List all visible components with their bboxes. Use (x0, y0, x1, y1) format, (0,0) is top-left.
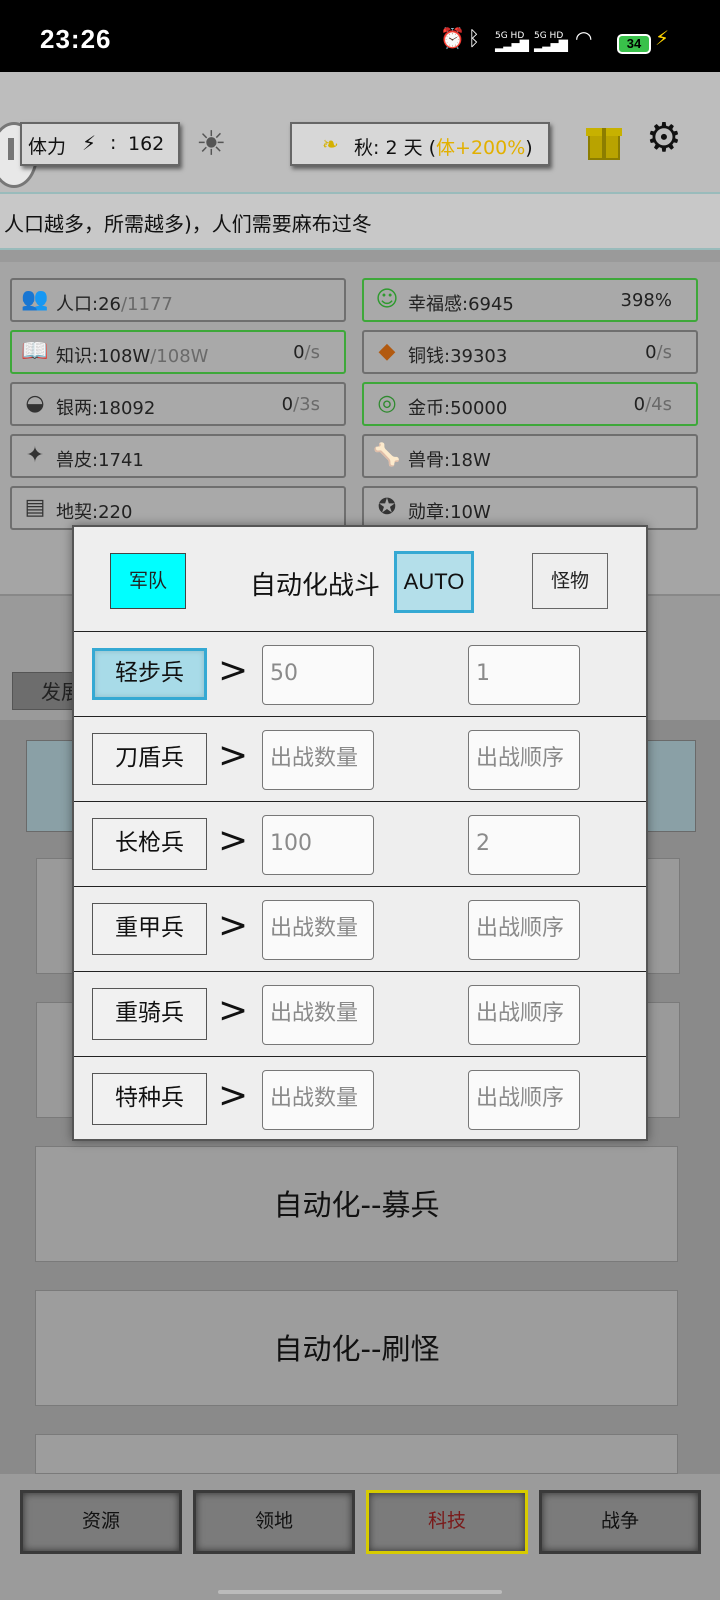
bone-icon: 🦴 (373, 443, 401, 468)
order-input[interactable]: 出战顺序 (468, 985, 580, 1045)
tab-monster[interactable]: 怪物 (532, 553, 608, 609)
arrow-icon: > (218, 990, 249, 1031)
nav-resources[interactable]: 资源 (20, 1490, 182, 1554)
notice-bar: 人口越多，所需越多)，人们需要麻布过冬 (0, 192, 720, 250)
count-input[interactable]: 出战数量 (262, 900, 374, 960)
count-input[interactable]: 出战数量 (262, 730, 374, 790)
battery-indicator: 34 (617, 34, 651, 54)
auto-recruit-button[interactable]: 自动化--募兵 (35, 1146, 678, 1262)
lightning-icon: ⚡ (82, 131, 97, 155)
resource-smile[interactable]: ☺ 幸福感:6945 398% (362, 278, 698, 322)
home-indicator (218, 1590, 502, 1594)
medal-icon: ✪ (377, 495, 397, 520)
tab-army[interactable]: 军队 (110, 553, 186, 609)
copper-coin-icon: ◆ (378, 339, 396, 364)
arrow-icon: > (218, 820, 249, 861)
resource-gold-coin[interactable]: ◎ 金币:50000 0/4s (362, 382, 698, 426)
order-input[interactable]: 出战顺序 (468, 1070, 580, 1130)
clock: 23:26 (40, 24, 112, 54)
silver-ingot-icon: ◒ (25, 391, 45, 416)
auto-battle-dialog: 军队 自动化战斗 AUTO 怪物 轻步兵 >50 1 刀盾兵 > 出战数量 出战顺序 长枪兵 >… (72, 525, 648, 1141)
order-input[interactable]: 出战顺序 (468, 730, 580, 790)
season-pill[interactable]: ❧ 秋: 2 天 (体+200%) (290, 122, 550, 166)
arrow-icon: > (218, 1075, 249, 1116)
wifi-icon: ◠ (575, 26, 593, 50)
order-input[interactable]: 2 (468, 815, 580, 875)
alarm-icon: ⏰ (440, 26, 465, 50)
resource-book[interactable]: 📖 知识:108W/108W 0/s (10, 330, 346, 374)
unit-button[interactable]: 轻步兵 (92, 648, 207, 700)
bar-icon (8, 138, 14, 160)
dialog-title: 自动化战斗 (250, 571, 381, 601)
unit-row: 长枪兵 >100 2 (74, 801, 646, 887)
arrow-icon: > (218, 650, 249, 691)
count-input[interactable]: 50 (262, 645, 374, 705)
count-input[interactable]: 100 (262, 815, 374, 875)
resource-silver-ingot[interactable]: ◒ 银两:18092 0/3s (10, 382, 346, 426)
book-icon: 📖 (21, 339, 49, 364)
gear-icon[interactable]: ⚙ (646, 118, 682, 158)
charging-icon: ⚡ (655, 26, 670, 50)
unit-row: 刀盾兵 > 出战数量 出战顺序 (74, 716, 646, 802)
unit-row: 重骑兵 > 出战数量 出战顺序 (74, 971, 646, 1057)
unit-button[interactable]: 重甲兵 (92, 903, 207, 955)
resource-medal[interactable]: ✪ 勋章:10W (362, 486, 698, 530)
unit-button[interactable]: 刀盾兵 (92, 733, 207, 785)
nav-war[interactable]: 战争 (539, 1490, 701, 1554)
bluetooth-icon: ᛒ (468, 26, 480, 50)
nav-territory[interactable]: 领地 (193, 1490, 355, 1554)
auto-monster-button[interactable]: 自动化--刷怪 (35, 1290, 678, 1406)
gift-icon[interactable] (586, 122, 622, 160)
unit-button[interactable]: 特种兵 (92, 1073, 207, 1125)
nav-technology[interactable]: 科技 (366, 1490, 528, 1554)
unit-row: 特种兵 > 出战数量 出战顺序 (74, 1056, 646, 1142)
unit-row: 轻步兵 >50 1 (74, 631, 646, 717)
status-bar: 23:26 ⏰ ᛒ 5G HD ▂▃▅▇ 5G HD ▂▃▅▇ ◠ 34 ⚡ (0, 0, 720, 72)
resource-copper-coin[interactable]: ◆ 铜钱:39303 0/s (362, 330, 698, 374)
resource-deed[interactable]: ▤ 地契:220 (10, 486, 346, 530)
list-card[interactable] (35, 1434, 678, 1474)
count-input[interactable]: 出战数量 (262, 1070, 374, 1130)
signal-1: 5G HD ▂▃▅▇ (495, 31, 529, 52)
unit-row: 重甲兵 > 出战数量 出战顺序 (74, 886, 646, 972)
deed-icon: ▤ (24, 495, 46, 520)
signal-bars-icon: ▂▃▅▇ (534, 38, 568, 52)
sun-icon: ☀ (196, 124, 227, 164)
order-input[interactable]: 1 (468, 645, 580, 705)
smile-icon: ☺ (375, 287, 399, 312)
auto-toggle-button[interactable]: AUTO (394, 551, 474, 613)
gold-coin-icon: ◎ (377, 391, 397, 416)
signal-2: 5G HD ▂▃▅▇ (534, 31, 568, 52)
signal-bars-icon: ▂▃▅▇ (495, 38, 529, 52)
people-icon: 👥 (21, 287, 49, 312)
resource-people[interactable]: 👥 人口:26/1177 (10, 278, 346, 322)
stamina-pill[interactable]: 体力 ⚡ : 162 (20, 122, 180, 166)
arrow-icon: > (218, 905, 249, 946)
count-input[interactable]: 出战数量 (262, 985, 374, 1045)
arrow-icon: > (218, 735, 249, 776)
resource-bone[interactable]: 🦴 兽骨:18W (362, 434, 698, 478)
resource-hide[interactable]: ✦ 兽皮:1741 (10, 434, 346, 478)
order-input[interactable]: 出战顺序 (468, 900, 580, 960)
hide-icon: ✦ (25, 443, 45, 468)
unit-button[interactable]: 长枪兵 (92, 818, 207, 870)
leaf-icon: ❧ (322, 132, 339, 156)
unit-button[interactable]: 重骑兵 (92, 988, 207, 1040)
